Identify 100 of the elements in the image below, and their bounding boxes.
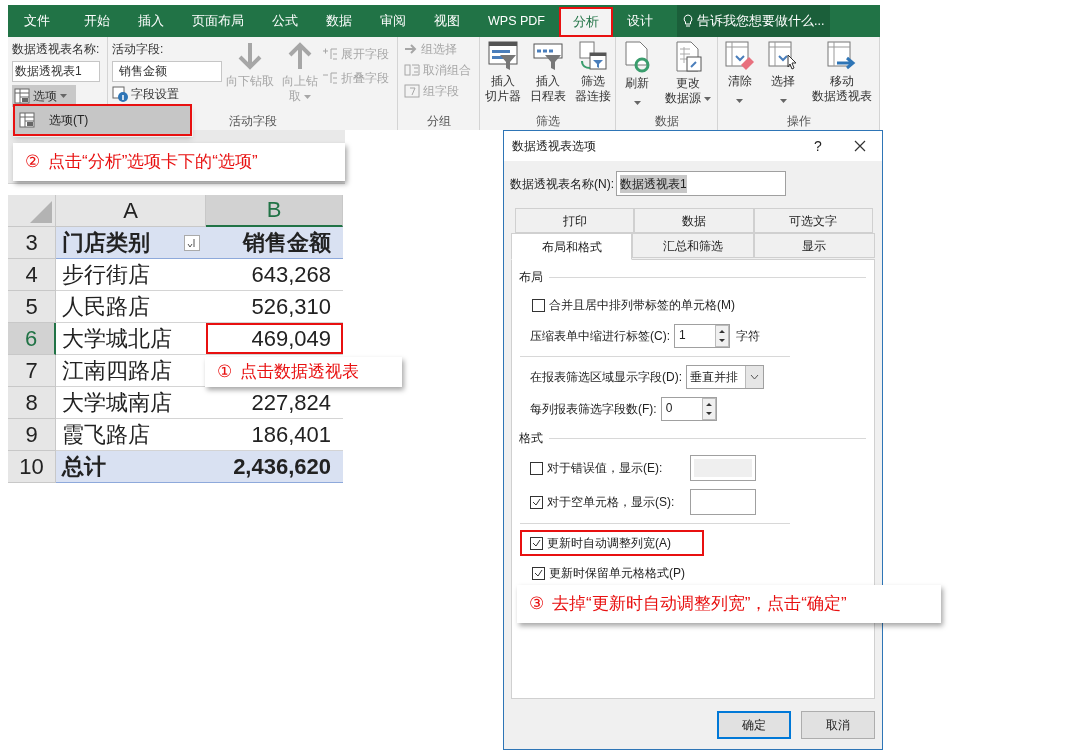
table-cell: 步行街店 bbox=[62, 263, 150, 286]
caret-icon bbox=[60, 94, 67, 98]
ribbon-tab[interactable]: 公式 bbox=[258, 5, 312, 37]
ribbon-tab[interactable]: 分析 bbox=[558, 7, 613, 37]
checkbox[interactable] bbox=[530, 536, 543, 550]
checkbox-label[interactable]: 对于空单元格，显示(S): bbox=[530, 493, 686, 511]
dropdown-field[interactable]: 垂直并排 bbox=[686, 365, 764, 389]
dialog-tab[interactable]: 显示 bbox=[753, 233, 875, 258]
spin-arrows-icon bbox=[715, 325, 729, 347]
table-cell: 人民路店 bbox=[62, 295, 150, 318]
ribbon-button[interactable]: 选择 bbox=[764, 37, 803, 112]
checkbox[interactable] bbox=[530, 495, 543, 509]
ribbon-tab[interactable]: 数据 bbox=[312, 5, 366, 37]
arrow-right-icon bbox=[827, 41, 858, 71]
table-cell: 霞飞路店 bbox=[62, 423, 150, 446]
ribbon-tab[interactable]: 视图 bbox=[420, 5, 474, 37]
dialog-button[interactable]: 取消 bbox=[801, 711, 875, 739]
ribbon-tab[interactable]: 页面布局 bbox=[178, 5, 258, 37]
group-caption: 数据 bbox=[654, 113, 679, 130]
table-icon bbox=[19, 112, 35, 128]
ribbon-tab[interactable]: WPS PDF bbox=[474, 5, 559, 37]
corner-triangle-icon bbox=[30, 201, 52, 223]
checkbox[interactable] bbox=[532, 298, 545, 312]
dialog-tab[interactable]: 布局和格式 bbox=[511, 233, 633, 260]
dialog-tab[interactable]: 打印 bbox=[515, 208, 635, 233]
ribbon-button[interactable]: 筛选 器连接 bbox=[570, 37, 615, 112]
chevron-down-icon bbox=[750, 374, 759, 380]
table-cell: 643,268 bbox=[251, 263, 331, 286]
checkbox[interactable] bbox=[530, 461, 543, 475]
arrow-up-icon bbox=[287, 41, 313, 71]
ribbon-tab[interactable]: 插入 bbox=[124, 5, 178, 37]
callout-text: 点击数据透视表 bbox=[240, 361, 359, 384]
number-spinner[interactable]: 0 bbox=[660, 397, 717, 421]
ribbon-button[interactable]: 刷新 bbox=[618, 37, 657, 112]
group-caption: 分组 bbox=[426, 113, 451, 130]
row-header[interactable]: 6 bbox=[8, 323, 56, 355]
input-field[interactable]: 销售金额 bbox=[112, 61, 222, 82]
row-header[interactable]: 7 bbox=[8, 355, 56, 387]
ribbon-tab[interactable]: 设计 bbox=[612, 5, 667, 37]
ribbon-tab[interactable]: 文件 bbox=[10, 5, 64, 37]
group-caption: 活动字段 bbox=[228, 113, 277, 130]
lightbulb-icon bbox=[682, 14, 693, 28]
step-number: ① bbox=[217, 361, 232, 384]
dialog-button[interactable]: 确定 bbox=[717, 711, 791, 739]
field-label: 在报表筛选区域显示字段(D): bbox=[530, 369, 682, 386]
ribbon-button[interactable]: 插入 日程表 bbox=[525, 37, 570, 112]
input-field[interactable] bbox=[690, 489, 756, 515]
table-cell: 大学城北店 bbox=[62, 327, 172, 350]
dialog-tab[interactable]: 可选文字 bbox=[753, 208, 873, 233]
row-header[interactable]: 8 bbox=[8, 387, 56, 419]
column-header[interactable]: B bbox=[206, 195, 343, 227]
help-button[interactable]: ? bbox=[798, 131, 838, 161]
check-icon bbox=[534, 569, 543, 577]
row-header[interactable]: 9 bbox=[8, 419, 56, 451]
table-icon bbox=[14, 88, 30, 104]
row-header[interactable]: 3 bbox=[8, 227, 56, 259]
field-label: 数据透视表名称: bbox=[12, 41, 100, 58]
check-icon bbox=[532, 539, 541, 547]
group-field-icon bbox=[404, 84, 420, 98]
plus-list-icon bbox=[322, 47, 338, 61]
group-caption: 筛选 bbox=[535, 113, 560, 130]
step-number: ③ bbox=[529, 593, 544, 615]
sort-icon bbox=[187, 237, 197, 248]
checkbox[interactable] bbox=[532, 566, 545, 580]
close-icon bbox=[854, 140, 866, 152]
table-cell: 227,824 bbox=[251, 391, 331, 414]
checkbox-label[interactable]: 更新时保留单元格格式(P) bbox=[530, 562, 687, 584]
dialog-tab[interactable]: 数据 bbox=[634, 208, 754, 233]
ribbon-button[interactable]: 更改 数据源 bbox=[660, 37, 715, 112]
options-button[interactable]: 选项 bbox=[12, 85, 76, 107]
checkbox-label[interactable]: 合并且居中排列带标签的单元格(M) bbox=[530, 294, 737, 316]
field-settings-button[interactable]: 字段设置 bbox=[112, 85, 222, 103]
menu-item[interactable]: 选项(T) bbox=[15, 106, 190, 134]
ribbon-button[interactable]: 清除 bbox=[720, 37, 759, 112]
field-label: 每列报表筛选字段数(F): bbox=[530, 401, 657, 418]
input-field[interactable]: 数据透视表1 bbox=[616, 171, 786, 196]
ungroup-icon bbox=[404, 63, 420, 77]
tell-me-search[interactable]: 告诉我您想要做什么... bbox=[676, 5, 831, 37]
ribbon-button[interactable]: 插入 切片器 bbox=[480, 37, 525, 112]
checkbox-label[interactable]: 更新时自动调整列宽(A) bbox=[522, 532, 702, 554]
row-header[interactable]: 4 bbox=[8, 259, 56, 291]
table-filter-icon bbox=[577, 41, 608, 71]
input-field[interactable]: 数据透视表1 bbox=[12, 61, 100, 82]
ribbon-tab[interactable]: 审阅 bbox=[366, 5, 420, 37]
number-spinner[interactable]: 1 bbox=[674, 324, 730, 348]
row-header[interactable]: 10 bbox=[8, 451, 56, 483]
ribbon-tab[interactable]: 开始 bbox=[70, 5, 124, 37]
checkbox-label[interactable]: 对于错误值，显示(E): bbox=[530, 459, 686, 477]
dialog-tab[interactable]: 汇总和筛选 bbox=[632, 233, 754, 258]
callout-text: 点击“分析”选项卡下的“选项” bbox=[48, 151, 258, 173]
column-header[interactable]: A bbox=[56, 195, 206, 227]
eraser-icon bbox=[724, 41, 755, 71]
input-field[interactable] bbox=[690, 455, 756, 481]
spin-arrows-icon bbox=[701, 398, 716, 420]
row-header[interactable]: 5 bbox=[8, 291, 56, 323]
table-info-icon bbox=[112, 86, 128, 102]
table-cell: 江南四路店 bbox=[62, 359, 172, 382]
arrow-right-icon bbox=[404, 43, 418, 55]
unit-label: 字符 bbox=[736, 328, 760, 345]
ribbon-button[interactable]: 移动 数据透视表 bbox=[808, 37, 877, 112]
